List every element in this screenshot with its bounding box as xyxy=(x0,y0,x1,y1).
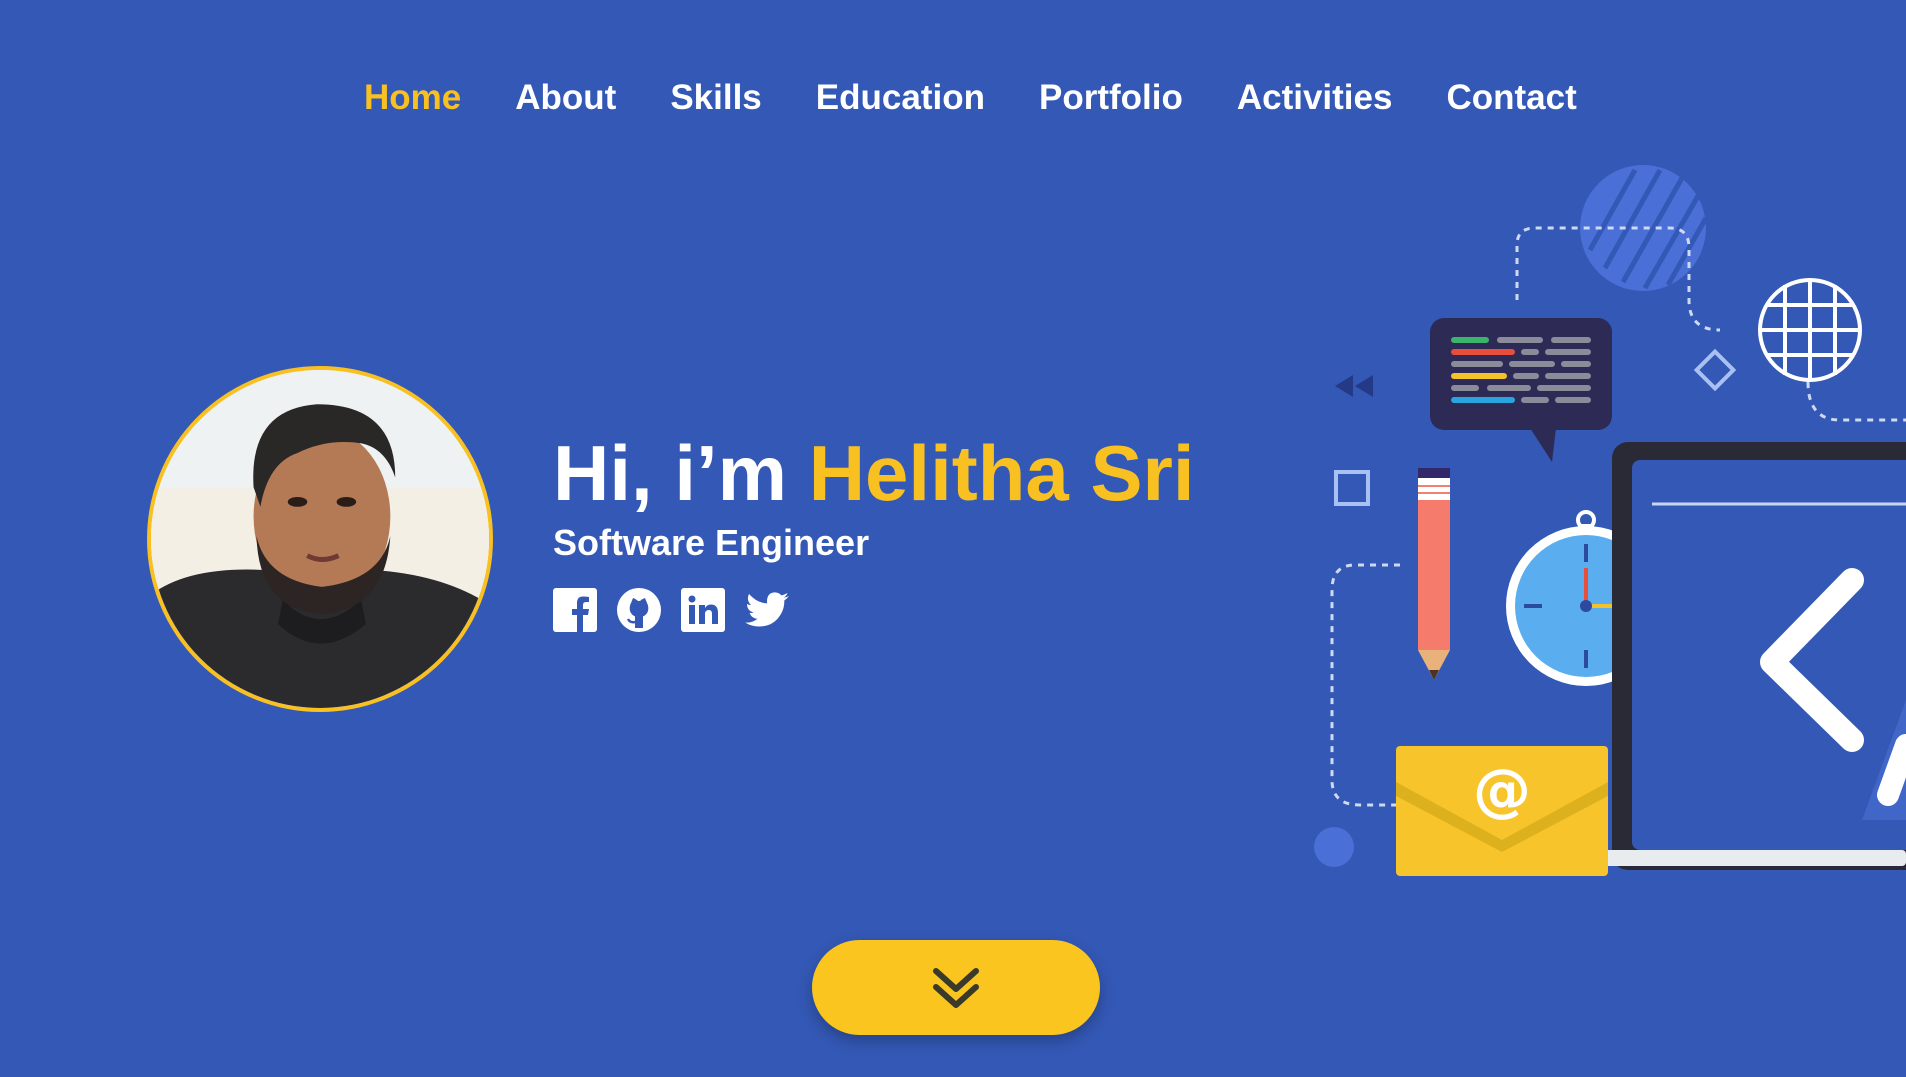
avatar xyxy=(147,366,493,712)
nav-item-contact[interactable]: Contact xyxy=(1446,78,1576,118)
chevron-double-down-icon xyxy=(933,967,979,1008)
hero-greeting: Hi, i’m Helitha Sri xyxy=(553,434,1195,512)
nav-item-activities[interactable]: Activities xyxy=(1237,78,1393,118)
twitter-icon xyxy=(745,592,789,627)
scroll-down-button[interactable] xyxy=(812,940,1100,1035)
social-links xyxy=(553,588,1195,632)
linkedin-link[interactable] xyxy=(681,588,725,632)
hero-intro: Hi, i’m Helitha Sri Software Engineer xyxy=(553,434,1195,632)
facebook-link[interactable] xyxy=(553,588,597,632)
nav-item-about[interactable]: About xyxy=(515,78,616,118)
twitter-link[interactable] xyxy=(745,588,789,632)
github-icon xyxy=(617,588,661,632)
nav-item-portfolio[interactable]: Portfolio xyxy=(1039,78,1183,118)
svg-text:@: @ xyxy=(1473,756,1531,824)
developer-illustration: @ xyxy=(1314,165,1906,876)
nav-item-home[interactable]: Home xyxy=(364,78,461,118)
hero-role: Software Engineer xyxy=(553,522,870,563)
nav-item-skills[interactable]: Skills xyxy=(670,78,761,118)
nav-item-education[interactable]: Education xyxy=(816,78,985,118)
main-nav: Home About Skills Education Portfolio Ac… xyxy=(364,78,1577,118)
avatar-portrait xyxy=(151,370,489,708)
github-link[interactable] xyxy=(617,588,661,632)
linkedin-icon xyxy=(681,588,725,632)
facebook-icon xyxy=(553,588,597,632)
greeting-prefix: Hi, i’m xyxy=(553,429,809,517)
hero-name: Helitha Sri xyxy=(808,429,1195,517)
